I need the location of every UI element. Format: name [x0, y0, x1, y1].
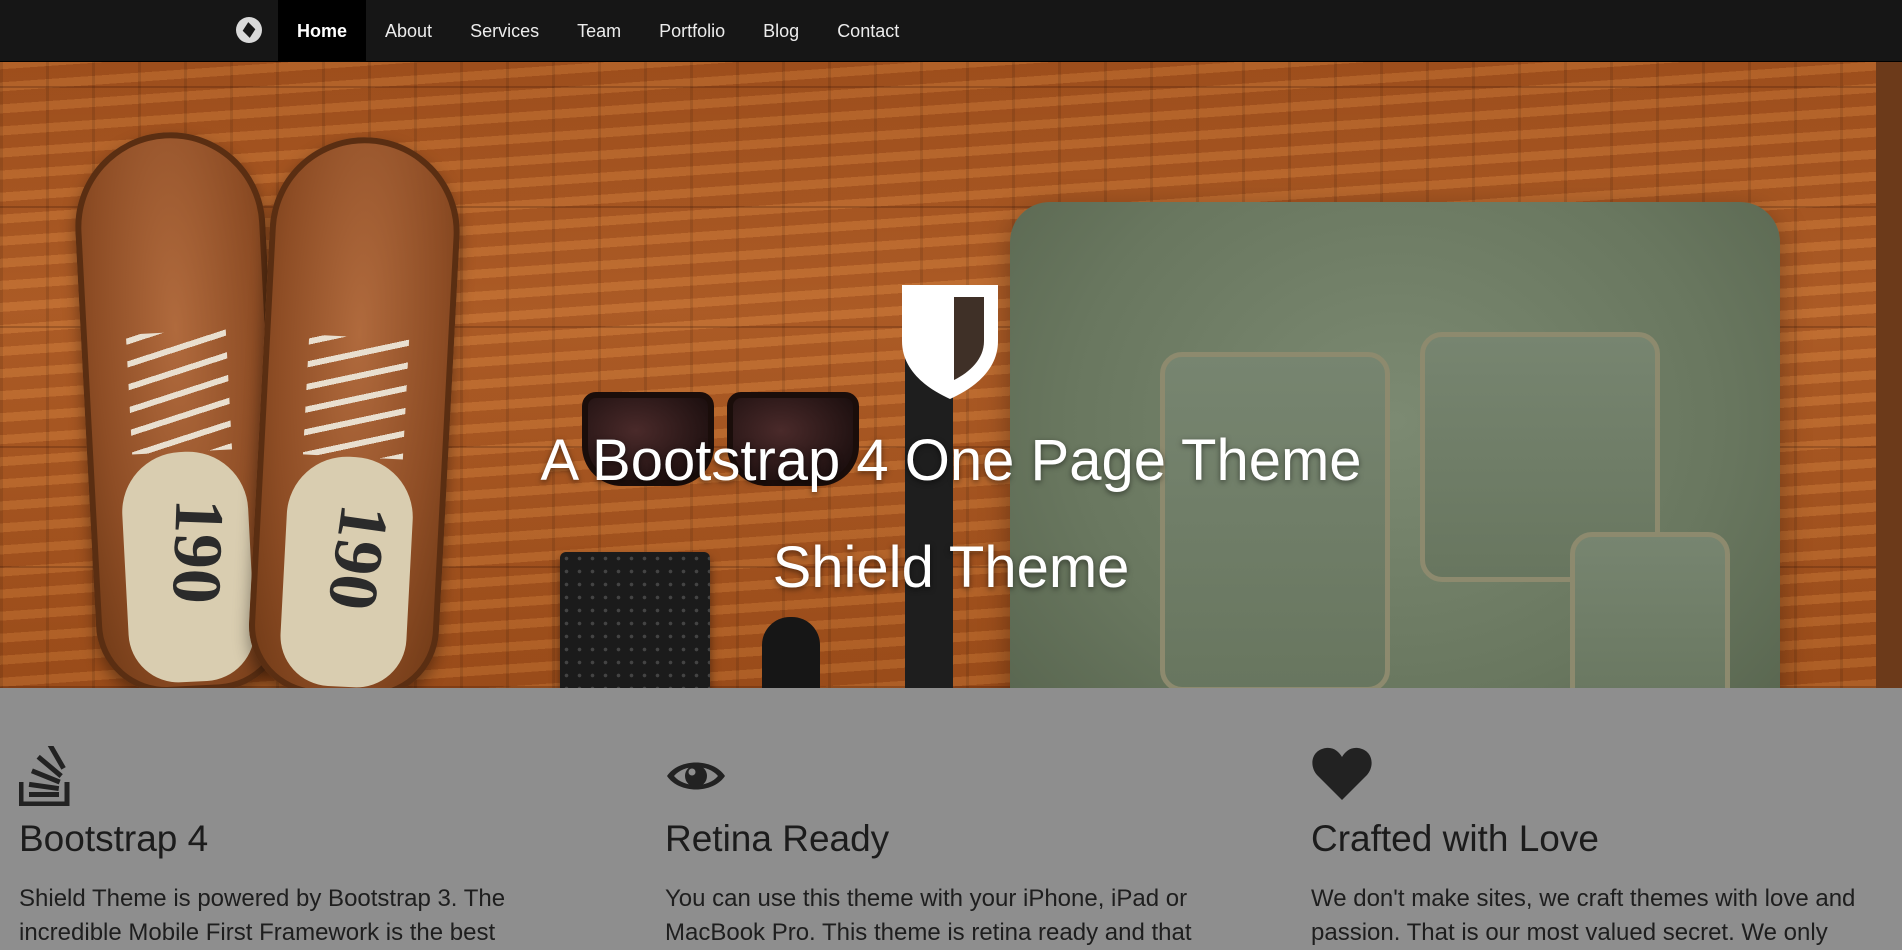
hero-subtitle: Shield Theme: [772, 535, 1130, 600]
brand-logo-icon[interactable]: [236, 17, 262, 43]
nav-item-home[interactable]: Home: [278, 0, 367, 62]
stack-overflow-icon: [19, 746, 70, 806]
feature-text: You can use this theme with your iPhone,…: [665, 885, 1192, 946]
heart-icon: [1312, 747, 1372, 800]
nav-item-contact[interactable]: Contact: [818, 0, 918, 62]
feature-title: Bootstrap 4: [19, 818, 209, 859]
right-shoe-image: 190: [245, 132, 465, 688]
feature-text: We don't make sites, we craft themes wit…: [1311, 885, 1856, 946]
brand-diamond-shape: [242, 22, 256, 38]
feature-title: Retina Ready: [665, 818, 890, 859]
feature-text: Shield Theme is powered by Bootstrap 3. …: [19, 885, 506, 946]
feature-title: Crafted with Love: [1311, 818, 1599, 859]
features-section: Bootstrap 4 Shield Theme is powered by B…: [0, 688, 1902, 946]
nav-item-blog[interactable]: Blog: [744, 0, 818, 62]
nav-item-services[interactable]: Services: [451, 0, 558, 62]
nav-item-portfolio[interactable]: Portfolio: [640, 0, 744, 62]
hero-title: A Bootstrap 4 One Page Theme: [540, 428, 1362, 493]
nav-item-team[interactable]: Team: [558, 0, 640, 62]
shield-icon: [902, 285, 998, 399]
eye-icon: [667, 762, 725, 790]
top-navbar: Home About Services Team Portfolio Blog …: [0, 0, 1902, 62]
nav-item-about[interactable]: About: [366, 0, 451, 62]
nav-menu: Home About Services Team Portfolio Blog …: [278, 0, 918, 62]
bag-pocket-left: [1160, 352, 1390, 688]
car-key-image: [762, 617, 820, 688]
